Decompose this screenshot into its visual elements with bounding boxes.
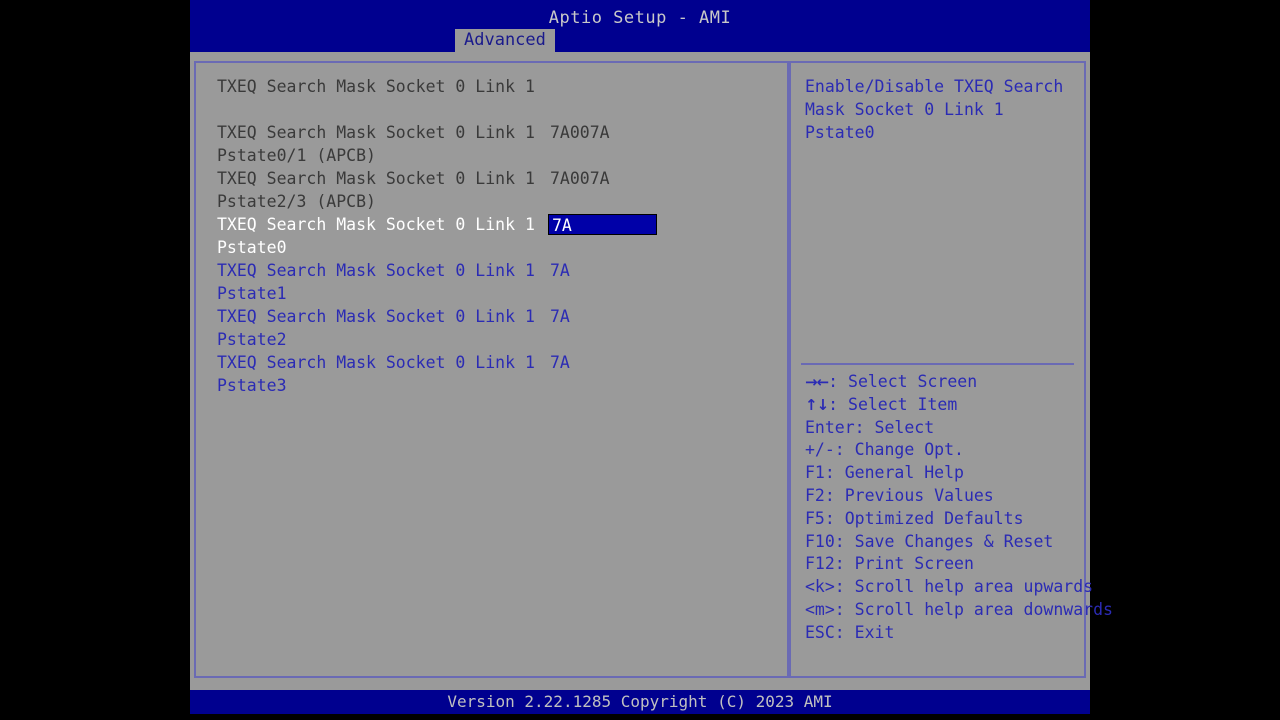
- table-row[interactable]: TXEQ Search Mask Socket 0 Link 1 Pstate2…: [196, 305, 787, 351]
- setting-value[interactable]: 7A: [550, 351, 570, 374]
- key-legend-item-optimized-defaults: F5: Optimized Defaults: [805, 508, 1024, 528]
- key-legend-text: : Select Screen: [828, 372, 978, 391]
- table-row[interactable]: TXEQ Search Mask Socket 0 Link 1 Pstate0…: [196, 121, 787, 167]
- key-legend-item-select-item: ↑↓: Select Item: [805, 394, 1076, 417]
- key-legend-item-select-screen: →←: Select Screen: [805, 371, 1076, 394]
- table-row[interactable]: TXEQ Search Mask Socket 0 Link 1 Pstate3…: [196, 351, 787, 397]
- key-legend-item-save-changes-reset: F10: Save Changes & Reset: [805, 531, 1054, 551]
- key-legend-item-enter: Enter: Select: [805, 417, 935, 437]
- key-legend-item-previous-values: F2: Previous Values: [805, 485, 994, 505]
- setting-label: TXEQ Search Mask Socket 0 Link 1 Pstate1: [217, 261, 545, 303]
- tab-strip: Advanced: [190, 29, 1090, 52]
- version-text: Version 2.22.1285 Copyright (C) 2023 AMI: [447, 692, 833, 711]
- setting-value-highlighted[interactable]: 7A: [548, 214, 657, 235]
- arrow-right-left-icon: →←: [805, 373, 829, 391]
- key-legend-item-change-opt: +/-: Change Opt.: [805, 440, 964, 460]
- key-legend-item-scroll-help-up: <k>: Scroll help area upwards: [805, 577, 1094, 597]
- setting-label: TXEQ Search Mask Socket 0 Link 1 Pstate2: [217, 307, 545, 349]
- bios-screen: Aptio Setup - AMI Advanced TXEQ Search M…: [190, 0, 1113, 714]
- key-legend: →←: Select Screen ↑↓: Select Item Enter:…: [791, 371, 1113, 645]
- table-row[interactable]: TXEQ Search Mask Socket 0 Link 1 Pstate1…: [196, 259, 787, 305]
- page-title: Aptio Setup - AMI: [548, 8, 732, 28]
- key-legend-item-scroll-help-down: <m>: Scroll help area downwards: [805, 599, 1113, 619]
- key-legend-text: : Select Item: [828, 394, 958, 414]
- title-bar: Aptio Setup - AMI Advanced: [190, 0, 1090, 52]
- setting-label: TXEQ Search Mask Socket 0 Link 1 Pstate0: [217, 215, 545, 257]
- setting-value[interactable]: 7A007A: [550, 121, 610, 144]
- key-legend-item-exit: ESC: Exit: [805, 622, 895, 642]
- setting-label: TXEQ Search Mask Socket 0 Link 1 Pstate3: [217, 353, 545, 395]
- tab-advanced[interactable]: Advanced: [455, 29, 555, 52]
- setting-value[interactable]: 7A: [550, 259, 570, 282]
- setting-value[interactable]: 7A007A: [550, 167, 610, 190]
- arrow-up-down-icon: ↑↓: [805, 395, 829, 414]
- help-panel: Enable/Disable TXEQ Search Mask Socket 0…: [789, 61, 1113, 678]
- help-divider: [801, 363, 1074, 365]
- table-row[interactable]: TXEQ Search Mask Socket 0 Link 1 Pstate2…: [196, 167, 787, 213]
- key-legend-item-print-screen: F12: Print Screen: [805, 554, 974, 574]
- settings-panel: TXEQ Search Mask Socket 0 Link 1 TXEQ Se…: [194, 61, 789, 678]
- settings-list: TXEQ Search Mask Socket 0 Link 1 TXEQ Se…: [196, 63, 787, 676]
- setting-label: TXEQ Search Mask Socket 0 Link 1 Pstate0…: [217, 123, 545, 165]
- setting-value[interactable]: 7A: [550, 305, 570, 328]
- key-legend-item-general-help: F1: General Help: [805, 463, 964, 483]
- section-heading: TXEQ Search Mask Socket 0 Link 1: [217, 77, 535, 96]
- section-heading-row: TXEQ Search Mask Socket 0 Link 1: [196, 75, 787, 98]
- body-region: TXEQ Search Mask Socket 0 Link 1 TXEQ Se…: [190, 52, 1113, 690]
- help-description: Enable/Disable TXEQ Search Mask Socket 0…: [805, 77, 1074, 142]
- footer-bar: Version 2.22.1285 Copyright (C) 2023 AMI: [190, 690, 1090, 714]
- table-row-selected[interactable]: TXEQ Search Mask Socket 0 Link 1 Pstate0…: [196, 213, 787, 259]
- setting-label: TXEQ Search Mask Socket 0 Link 1 Pstate2…: [217, 169, 545, 211]
